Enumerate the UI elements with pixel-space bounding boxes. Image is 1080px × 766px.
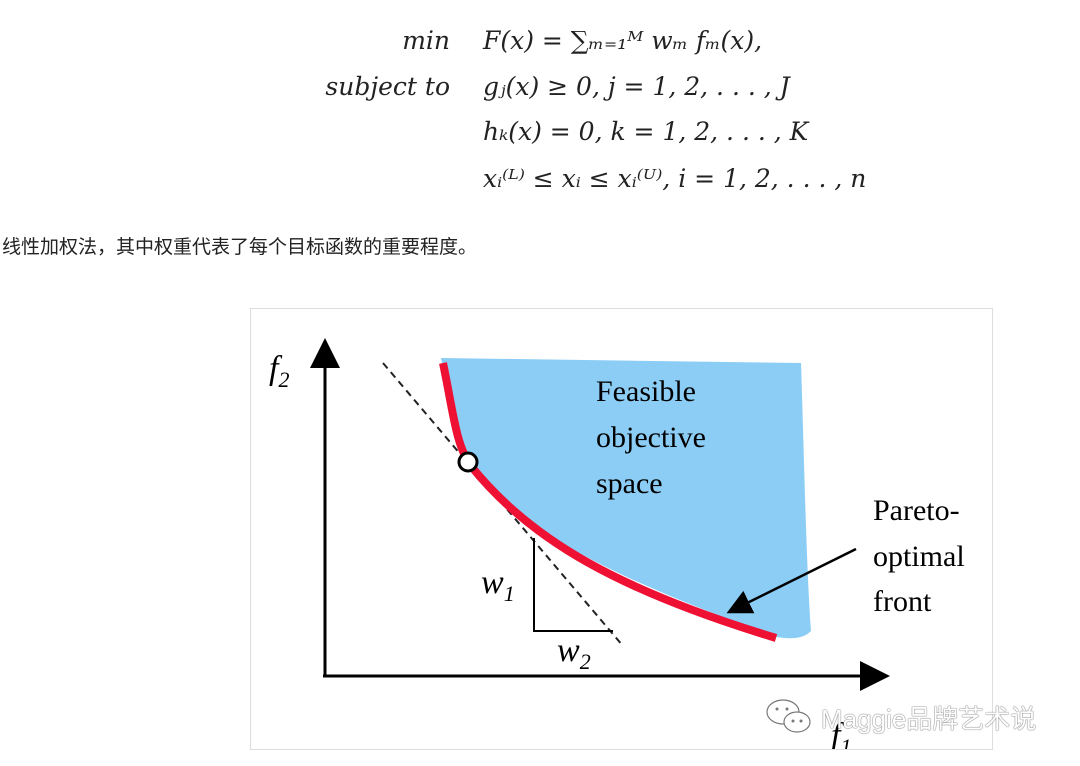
region-label-line3: space [596, 467, 663, 500]
pareto-figure: f2 f1 Feasible objective space Pareto- o… [250, 308, 993, 759]
front-label-line1: Pareto- [873, 494, 960, 527]
formula-constraint-g: gⱼ(x) ≥ 0, j = 1, 2, . . . , J [483, 72, 790, 101]
front-label-line3: front [873, 585, 932, 618]
y-axis-label: f2 [269, 350, 289, 392]
pareto-diagram: f2 f1 Feasible objective space Pareto- o… [269, 338, 965, 759]
formula-label-subject-to: subject to [325, 72, 450, 101]
optimal-point [457, 451, 479, 473]
region-label-line2: objective [596, 421, 706, 454]
w1-label: w1 [481, 564, 515, 606]
formula-objective: F(x) = ∑ₘ₌₁ᴹ wₘ fₘ(x), [483, 26, 763, 55]
formula-label-min: min [402, 26, 450, 55]
formula-constraint-h: hₖ(x) = 0, k = 1, 2, . . . , K [483, 117, 809, 146]
watermark: Maggie品牌艺术说 [765, 697, 1036, 737]
paragraph-text: 线性加权法，其中权重代表了每个目标函数的重要程度。 [2, 237, 478, 258]
formula-bounds: xᵢ⁽ᴸ⁾ ≤ xᵢ ≤ xᵢ⁽ᵁ⁾, i = 1, 2, . . . , n [483, 164, 867, 193]
front-label-line2: optimal [873, 540, 965, 573]
watermark-text: Maggie品牌艺术说 [821, 703, 1037, 734]
region-label-line1: Feasible [596, 375, 696, 408]
w2-label: w2 [557, 632, 591, 674]
wechat-icon [766, 699, 811, 733]
